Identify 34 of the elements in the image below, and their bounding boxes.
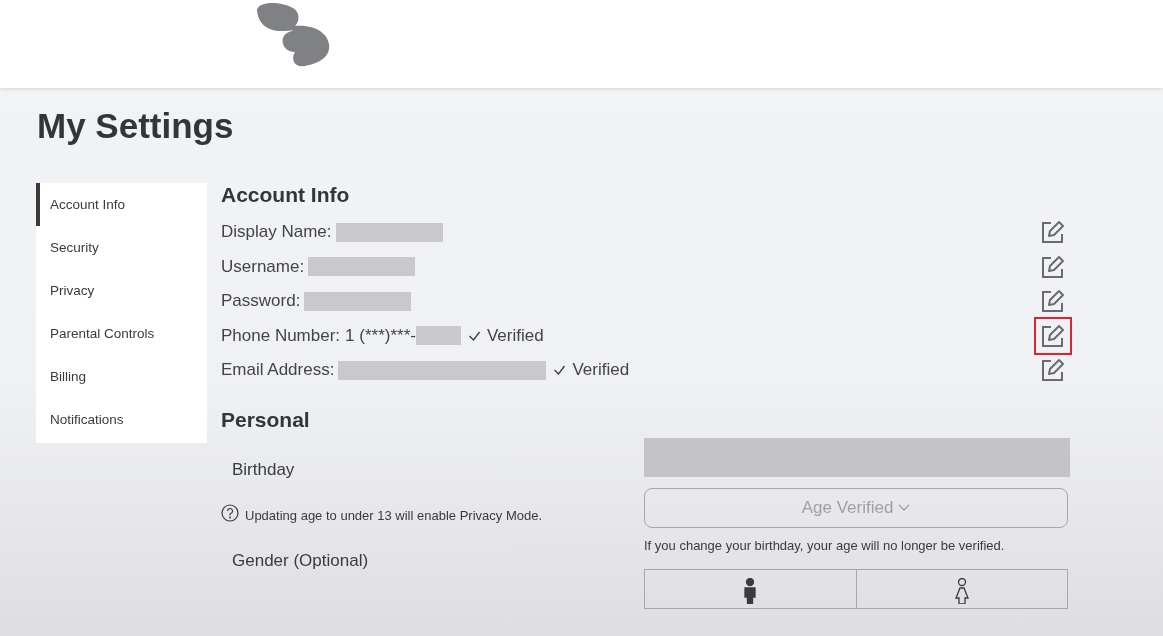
field-label: Birthday bbox=[231, 458, 296, 481]
sidebar-item[interactable]: Security bbox=[36, 226, 207, 269]
field-label: Display Name: bbox=[221, 222, 332, 243]
check-icon bbox=[553, 365, 567, 376]
sidebar-item[interactable]: Parental Controls bbox=[36, 312, 207, 355]
section-heading: Personal bbox=[221, 407, 311, 433]
edit-icon bbox=[1041, 220, 1065, 245]
sidebar-item[interactable]: Billing bbox=[36, 355, 207, 398]
hint-text: Updating age to under 13 will enable Privacy Mode. bbox=[245, 506, 542, 523]
edit-button[interactable] bbox=[1034, 316, 1072, 355]
sidebar-item[interactable]: Notifications bbox=[36, 398, 207, 441]
sidebar-item[interactable]: Account Info bbox=[36, 183, 207, 226]
field-label: Password: bbox=[221, 291, 301, 312]
field-label: Phone Number: bbox=[221, 325, 341, 346]
sidebar-item[interactable]: Privacy bbox=[36, 269, 207, 312]
check-icon bbox=[467, 330, 481, 341]
page-title: My Settings bbox=[36, 105, 235, 147]
female-figure-icon bbox=[953, 577, 970, 604]
section-heading: Account Info bbox=[221, 183, 351, 208]
field-value: 1 (***)***- bbox=[345, 325, 416, 346]
edit-icon bbox=[1041, 289, 1065, 314]
edit-icon bbox=[1041, 358, 1065, 383]
note-text: If you change your birthday, your age will no longer be verified. bbox=[644, 536, 1006, 555]
help-icon bbox=[221, 503, 239, 522]
field-label: Username: bbox=[221, 256, 305, 277]
gender-option[interactable] bbox=[644, 568, 857, 609]
chevron-down-icon bbox=[898, 503, 911, 512]
edit-icon bbox=[1041, 323, 1065, 348]
field-label: Email Address: bbox=[221, 360, 335, 381]
field-label: Gender (Optional) bbox=[231, 549, 370, 571]
male-figure-icon bbox=[743, 577, 758, 604]
verified-label: Verified bbox=[486, 325, 544, 346]
edit-icon bbox=[1041, 254, 1065, 279]
verified-label: Verified bbox=[572, 360, 630, 381]
